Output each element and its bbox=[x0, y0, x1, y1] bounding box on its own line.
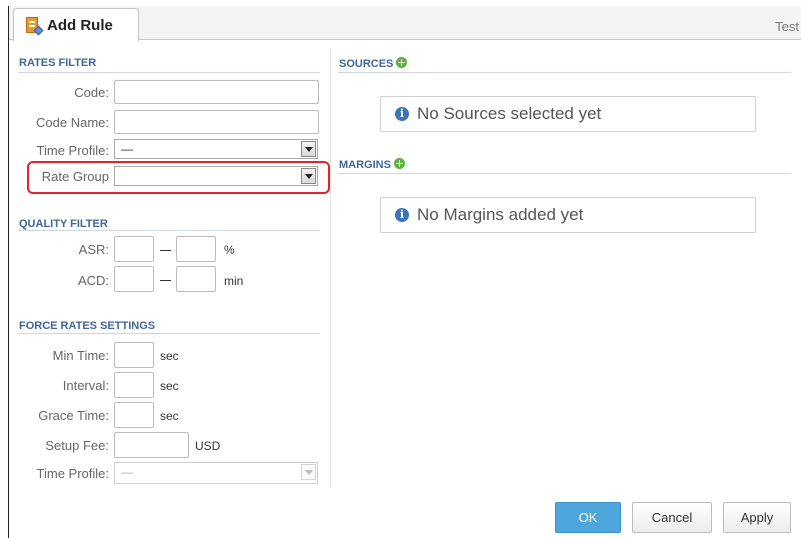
interval-unit: sec bbox=[160, 379, 179, 393]
min-time-unit: sec bbox=[160, 349, 179, 363]
margins-title: MARGINS bbox=[339, 158, 405, 171]
force-time-profile-value: — bbox=[121, 465, 133, 479]
sources-title: SOURCES bbox=[339, 57, 408, 70]
setup-fee-unit: USD bbox=[195, 439, 221, 453]
info-icon: i bbox=[395, 107, 409, 121]
rate-group-label: Rate Group bbox=[41, 169, 109, 184]
force-time-profile-select[interactable]: — bbox=[114, 462, 318, 484]
grace-time-input[interactable] bbox=[114, 402, 154, 428]
margins-empty-box: i No Margins added yet bbox=[380, 197, 756, 233]
interval-label: Interval: bbox=[62, 378, 109, 393]
chevron-down-icon bbox=[301, 141, 316, 157]
rate-group-select[interactable] bbox=[114, 166, 318, 186]
asr-unit: % bbox=[224, 243, 235, 257]
margins-title-text: MARGINS bbox=[339, 159, 391, 171]
rates-filter-divider bbox=[18, 72, 320, 73]
chevron-down-icon bbox=[301, 168, 316, 184]
rule-document-icon bbox=[24, 16, 44, 35]
rates-filter-title: RATES FILTER bbox=[19, 57, 97, 69]
acd-from-input[interactable] bbox=[114, 266, 154, 292]
setup-fee-input[interactable] bbox=[114, 432, 189, 458]
asr-range-dash bbox=[160, 250, 171, 251]
acd-to-input[interactable] bbox=[176, 266, 216, 292]
code-input[interactable] bbox=[114, 80, 319, 104]
acd-unit: min bbox=[224, 274, 244, 288]
force-rates-divider bbox=[18, 333, 320, 334]
time-profile-select[interactable]: — bbox=[114, 139, 318, 159]
window-left-border bbox=[8, 6, 9, 538]
margins-empty-text: No Margins added yet bbox=[417, 205, 584, 224]
interval-input[interactable] bbox=[114, 372, 154, 398]
time-profile-label: Time Profile: bbox=[36, 143, 109, 158]
grace-time-unit: sec bbox=[160, 409, 179, 423]
force-rates-title: FORCE RATES SETTINGS bbox=[19, 320, 156, 332]
info-icon: i bbox=[395, 208, 409, 222]
code-label: Code: bbox=[74, 85, 109, 100]
apply-button[interactable]: Apply bbox=[723, 502, 791, 533]
add-margin-icon[interactable] bbox=[393, 158, 405, 169]
code-name-input[interactable] bbox=[114, 110, 319, 134]
acd-label: ACD: bbox=[77, 273, 109, 288]
sources-empty-box: i No Sources selected yet bbox=[380, 96, 756, 132]
code-name-label: Code Name: bbox=[36, 115, 109, 130]
acd-range-dash bbox=[160, 280, 171, 281]
min-time-label: Min Time: bbox=[52, 348, 109, 363]
column-divider bbox=[330, 48, 331, 488]
tab-bar-right-text: Test bbox=[775, 19, 799, 34]
cancel-button[interactable]: Cancel bbox=[632, 502, 712, 533]
ok-button[interactable]: OK bbox=[555, 502, 621, 533]
tab-bar: Add Rule Test bbox=[9, 6, 801, 41]
quality-filter-title: QUALITY FILTER bbox=[19, 218, 108, 230]
force-time-profile-label: Time Profile: bbox=[36, 466, 109, 481]
grace-time-label: Grace Time: bbox=[38, 408, 109, 423]
tab-add-rule[interactable]: Add Rule bbox=[13, 8, 139, 41]
add-source-icon[interactable] bbox=[396, 57, 408, 68]
sources-divider bbox=[338, 72, 791, 73]
sources-title-text: SOURCES bbox=[339, 58, 394, 70]
margins-divider bbox=[338, 173, 791, 174]
min-time-input[interactable] bbox=[114, 342, 154, 368]
quality-filter-divider bbox=[18, 230, 320, 231]
setup-fee-label: Setup Fee: bbox=[45, 438, 109, 453]
time-profile-value: — bbox=[121, 142, 133, 156]
tab-title: Add Rule bbox=[47, 16, 113, 34]
asr-label: ASR: bbox=[78, 242, 109, 257]
asr-to-input[interactable] bbox=[176, 236, 216, 262]
chevron-down-icon bbox=[301, 464, 316, 480]
sources-empty-text: No Sources selected yet bbox=[417, 104, 602, 123]
asr-from-input[interactable] bbox=[114, 236, 154, 262]
